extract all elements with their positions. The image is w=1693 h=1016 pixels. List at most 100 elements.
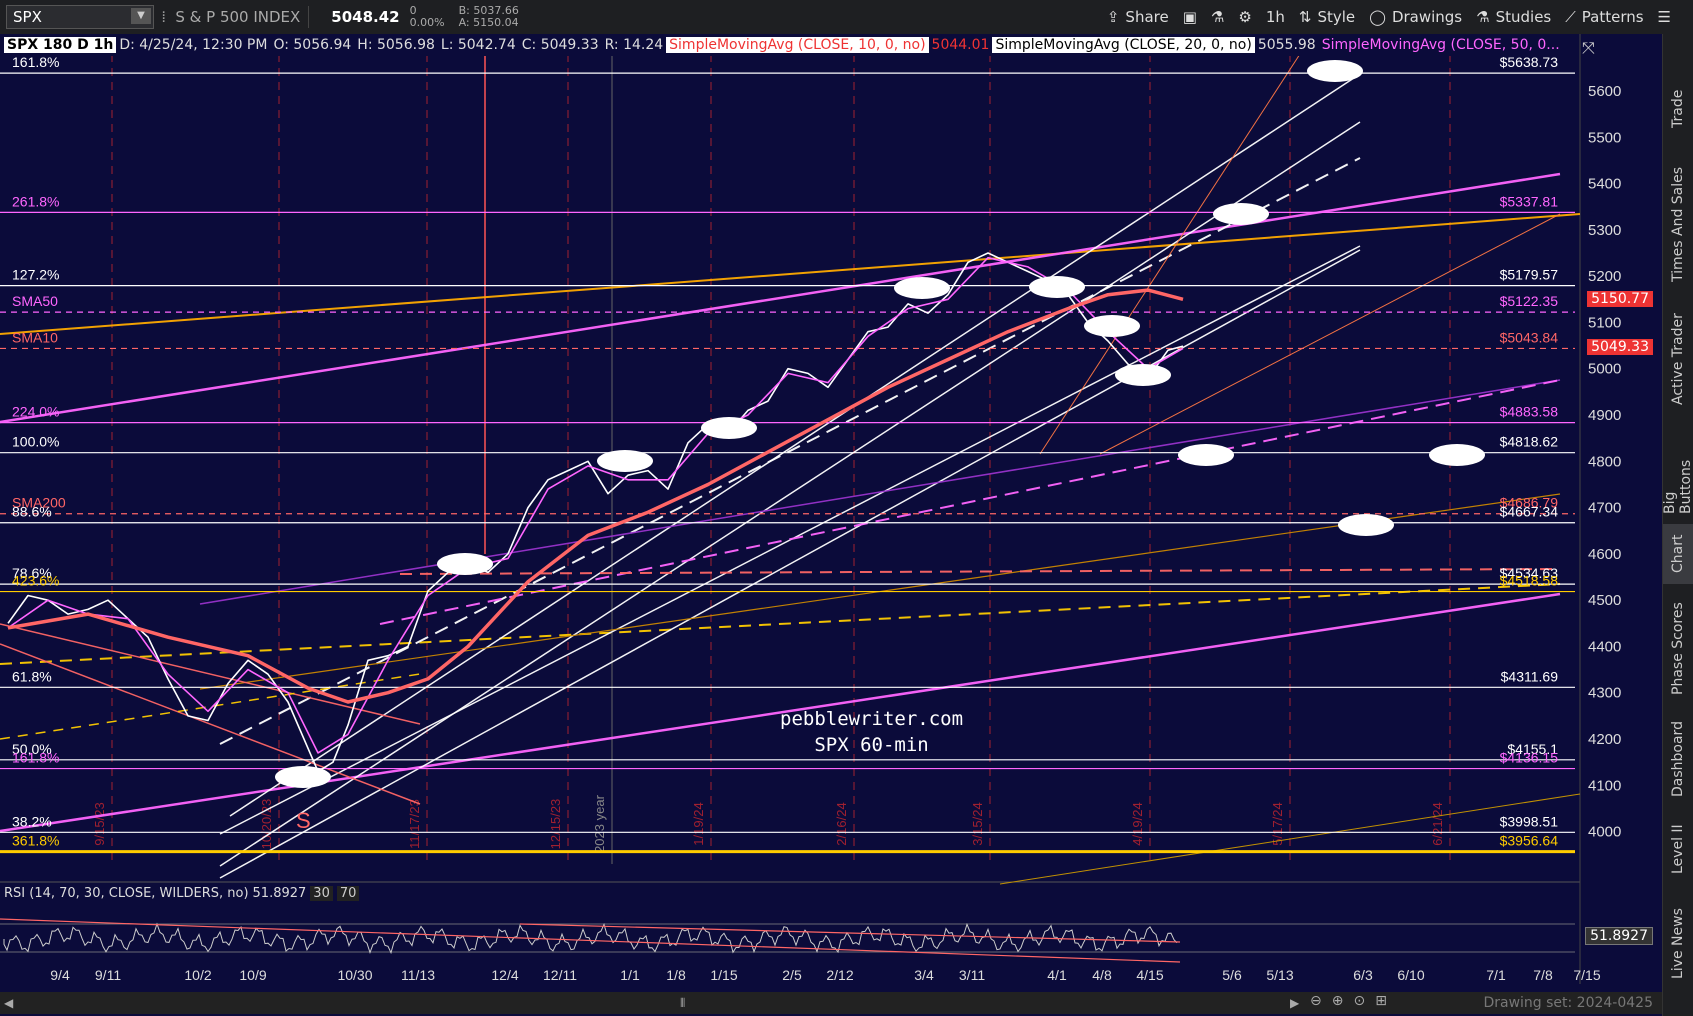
- fib-level-label: 127.2%: [12, 267, 59, 283]
- style-button[interactable]: ⇅ Style: [1299, 8, 1355, 26]
- sidebar-tab-times-and-sales[interactable]: Times And Sales: [1663, 154, 1693, 294]
- x-tick-label: 3/4: [914, 967, 934, 983]
- toolbar-actions: ⇪ Share ▣ ⚗ ⚙ 1h ⇅ Style ◯ Drawings ⚗ St…: [1107, 0, 1685, 34]
- x-tick-label: 4/15: [1136, 967, 1163, 983]
- target-ellipse: [1338, 514, 1394, 536]
- x-tick-label: 1/8: [666, 967, 686, 983]
- rsi-label: RSI (14, 70, 30, CLOSE, WILDERS, no): [4, 886, 249, 901]
- studies-lab-button[interactable]: ⚗: [1211, 8, 1224, 26]
- x-tick-label: 2/12: [826, 967, 853, 983]
- sidebar-tab-dashboard[interactable]: Dashboard: [1663, 714, 1693, 804]
- y-tick-label: 4800: [1588, 453, 1621, 470]
- symbol-input[interactable]: SPX ▼: [6, 5, 154, 29]
- sidebar-tab-big-buttons[interactable]: Big Buttons: [1662, 434, 1693, 514]
- rsi-overbought: 70: [336, 886, 360, 901]
- y-tick-label: 4300: [1588, 685, 1621, 702]
- y-tick-label: 4200: [1588, 731, 1621, 748]
- x-tick-label: 3/11: [959, 967, 985, 983]
- sidebar-tab-phase-scores[interactable]: Phase Scores: [1663, 594, 1693, 704]
- flask-icon: ⚗: [1210, 8, 1225, 26]
- vertical-date-label: 2023 year: [592, 794, 607, 852]
- y-tick-label: 4000: [1588, 824, 1621, 841]
- watermark-line1: pebblewriter.com: [780, 708, 964, 730]
- target-ellipse: [1178, 444, 1234, 466]
- fib-price-label: $5179.57: [1500, 267, 1559, 283]
- x-tick-label: 12/4: [491, 967, 518, 983]
- vertical-date-label: 6/21/24: [1430, 802, 1445, 845]
- last-price-tag: 5049.33: [1587, 339, 1653, 355]
- target-ellipse: [597, 450, 653, 472]
- fib-price-label: $3998.51: [1500, 813, 1559, 829]
- fib-level-label: 88.6%: [12, 504, 52, 520]
- change-pct: 0.00%: [409, 16, 445, 29]
- studies-button[interactable]: ⚗ Studies: [1476, 8, 1551, 26]
- x-tick-label: 5/6: [1222, 967, 1242, 983]
- legend-open: O: 5056.94: [273, 37, 352, 53]
- expand-icon[interactable]: ⊞: [1375, 993, 1387, 1009]
- rsi-price-tag: 51.8927: [1585, 927, 1653, 945]
- target-ellipse: [1084, 315, 1140, 337]
- scroll-right-icon[interactable]: ▶: [1290, 996, 1299, 1010]
- chevron-down-icon[interactable]: ▼: [131, 8, 151, 24]
- legend-sma50: SimpleMovingAvg (CLOSE, 50, 0...: [1321, 37, 1560, 53]
- vertical-date-label: 9/15/23: [92, 802, 107, 845]
- link-icon[interactable]: ⦙: [162, 8, 165, 26]
- x-tick-label: 4/8: [1092, 967, 1112, 983]
- zoom-controls[interactable]: ⊖ ⊕ ⊙ ⊞: [1310, 993, 1387, 1009]
- target-ellipse: [1429, 444, 1485, 466]
- legend-sma10: SimpleMovingAvg (CLOSE, 10, 0, no): [666, 37, 929, 53]
- x-tick-label: 4/1: [1047, 967, 1067, 983]
- patterns-label: Patterns: [1581, 8, 1644, 26]
- target-ellipse: [1307, 60, 1363, 82]
- zoom-out-icon[interactable]: ⊖: [1310, 993, 1322, 1009]
- vertical-date-label: 1/19/24: [691, 802, 706, 845]
- zoom-in-icon[interactable]: ⊕: [1332, 993, 1344, 1009]
- settings-button[interactable]: ⚙: [1238, 8, 1251, 26]
- scroll-left-icon[interactable]: ◀: [4, 996, 13, 1010]
- x-tick-label: 10/30: [337, 967, 372, 983]
- symbol-name: S & P 500 INDEX: [175, 8, 301, 26]
- divider: [308, 6, 310, 28]
- last-price: 5048.42: [331, 8, 400, 26]
- fib-level-label: 100.0%: [12, 434, 59, 450]
- y-tick-label: 4600: [1588, 546, 1621, 563]
- fib-level-label: 224.0%: [12, 404, 59, 420]
- sidebar-tab-active-trader[interactable]: Active Trader: [1663, 304, 1693, 414]
- collapse-icon[interactable]: ⤧: [1582, 38, 1595, 58]
- patterns-button[interactable]: ⟋ Patterns: [1565, 8, 1643, 26]
- snapshot-button[interactable]: ▣: [1183, 8, 1197, 26]
- chart-scrollbar[interactable]: ◀ ⦀ ▶ ⊖ ⊕ ⊙ ⊞: [0, 992, 1662, 1014]
- rsi-legend: RSI (14, 70, 30, CLOSE, WILDERS, no) 51.…: [4, 886, 360, 901]
- scroll-handle-icon[interactable]: ⦀: [680, 996, 685, 1011]
- timeframe-button[interactable]: 1h: [1266, 8, 1285, 26]
- sidebar-tab-trade[interactable]: Trade: [1663, 74, 1693, 144]
- y-tick-label: 5500: [1588, 129, 1621, 146]
- zoom-reset-icon[interactable]: ⊙: [1353, 993, 1365, 1009]
- target-ellipse: [701, 417, 757, 439]
- sidebar-tab-level-ii[interactable]: Level II: [1663, 814, 1693, 884]
- rsi-value: 51.8927: [252, 886, 307, 901]
- fib-price-label: $5337.81: [1500, 193, 1559, 209]
- vertical-date-label: 10/20/23: [259, 799, 274, 850]
- x-tick-label: 6/3: [1353, 967, 1373, 983]
- toolbar: SPX ▼ ⦙ S & P 500 INDEX 5048.42 0 0.00% …: [0, 0, 1693, 35]
- sidebar-tab-live-news[interactable]: Live News: [1663, 894, 1693, 994]
- gear-icon: ⚙: [1238, 8, 1252, 26]
- target-ellipse: [894, 277, 950, 299]
- legend-close: C: 5049.33: [521, 37, 599, 53]
- drawings-button[interactable]: ◯ Drawings: [1369, 8, 1462, 26]
- x-tick-label: 2/5: [782, 967, 802, 983]
- x-tick-label: 1/1: [620, 967, 640, 983]
- share-button[interactable]: ⇪ Share: [1107, 8, 1169, 26]
- legend-high: H: 5056.98: [357, 37, 435, 53]
- bid-ask: B: 5037.66 A: 5150.04: [459, 5, 519, 29]
- y-tick-label: 4700: [1588, 500, 1621, 517]
- sidebar-tab-chart[interactable]: Chart: [1663, 524, 1693, 584]
- x-tick-label: 10/2: [184, 967, 211, 983]
- pattern-icon: ⟋: [1565, 8, 1576, 26]
- drawings-label: Drawings: [1391, 8, 1463, 26]
- price-chart[interactable]: 9/15/23 10/20/23 11/17/23 12/15/23 2023 year…: [0, 34, 1663, 984]
- vertical-date-label: 4/19/24: [1130, 802, 1145, 845]
- menu-button[interactable]: ☰: [1658, 8, 1671, 26]
- watermark-line2: SPX 60-min: [814, 734, 929, 756]
